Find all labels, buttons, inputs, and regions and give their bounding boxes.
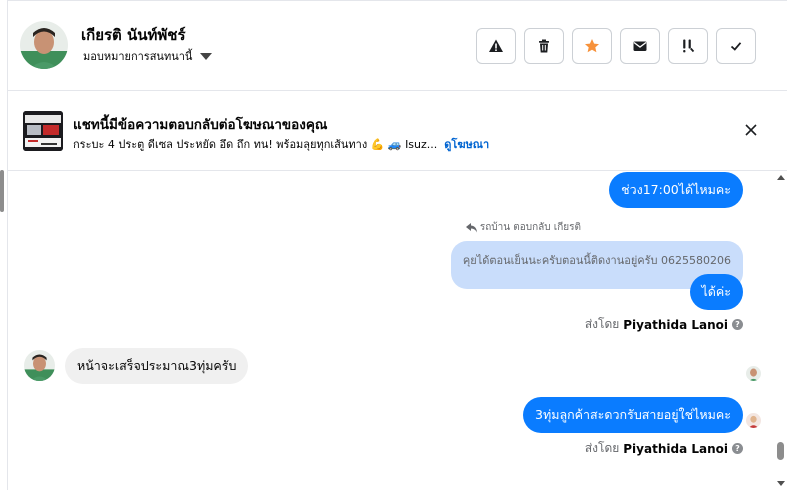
sidebar-scrollbar-thumb[interactable] — [0, 170, 4, 212]
sender-avatar — [746, 413, 761, 428]
assign-conversation-dropdown[interactable]: มอบหมายการสนทนานี้ — [83, 47, 213, 65]
ad-banner-text: กระบะ 4 ประตู ดีเซล ประหยัด อึด ถึก ทน! … — [73, 138, 438, 151]
message-thread: ช่วง17:00ได้ไหมคะ รถบ้าน ตอบกลับ เกียรติ… — [8, 171, 787, 490]
reply-label-text: รถบ้าน ตอบกลับ เกียรติ — [479, 222, 581, 233]
read-receipt-avatar — [746, 366, 761, 381]
reply-arrow-icon — [465, 222, 477, 232]
outgoing-message[interactable]: 3ทุ่มลูกค้าสะดวกรับสายอยู่ใช่ไหมคะ — [523, 397, 743, 433]
contact-name[interactable]: เกียรติ นันท์พัชร์ — [81, 23, 186, 47]
outgoing-message[interactable]: ได้ค่ะ — [689, 274, 743, 310]
sent-by-label: ส่งโดย Piyathida Lanoi ? — [585, 439, 743, 458]
scrollbar-thumb[interactable] — [777, 442, 784, 460]
report-button[interactable] — [476, 28, 516, 64]
follow-up-button[interactable] — [668, 28, 708, 64]
conversation-header: เกียรติ นันท์พัชร์ มอบหมายการสนทนานี้ — [8, 1, 787, 91]
sent-by-prefix: ส่งโดย — [584, 441, 620, 455]
mail-icon — [633, 41, 647, 51]
trash-icon — [539, 39, 549, 53]
assign-label: มอบหมายการสนทนานี้ — [83, 50, 193, 63]
sender-name: Piyathida Lanoi — [623, 441, 728, 456]
close-icon — [745, 124, 757, 136]
ad-banner-title: แชทนี้มีข้อความตอบกลับต่อโฆษณาของคุณ — [73, 117, 328, 133]
close-banner-button[interactable] — [742, 121, 760, 139]
contact-avatar[interactable] — [24, 350, 55, 381]
inbox-conversation-panel: เกียรติ นันท์พัชร์ มอบหมายการสนทนานี้ แช… — [0, 0, 787, 490]
warning-icon — [489, 39, 503, 52]
scroll-up-arrow-icon[interactable] — [777, 175, 785, 180]
contact-avatar[interactable] — [20, 21, 68, 69]
conversation-toolbar — [476, 28, 756, 64]
sent-by-label: ส่งโดย Piyathida Lanoi ? — [585, 315, 743, 334]
view-ad-link[interactable]: ดูโฆษณา — [444, 135, 489, 153]
chevron-down-icon — [200, 52, 213, 60]
ad-reply-banner: แชทนี้มีข้อความตอบกลับต่อโฆษณาของคุณ กระ… — [8, 91, 787, 171]
star-button[interactable] — [572, 28, 612, 64]
info-icon[interactable]: ? — [732, 319, 743, 330]
ad-thumbnail[interactable] — [23, 111, 63, 151]
thread-scrollbar[interactable] — [776, 171, 787, 490]
ad-banner-subtitle: กระบะ 4 ประตู ดีเซล ประหยัด อึด ถึก ทน! … — [73, 135, 489, 153]
check-icon — [730, 42, 742, 51]
follow-up-icon — [683, 39, 695, 53]
mark-done-button[interactable] — [716, 28, 756, 64]
star-icon — [585, 39, 599, 53]
delete-button[interactable] — [524, 28, 564, 64]
sent-by-prefix: ส่งโดย — [584, 317, 620, 331]
outgoing-message[interactable]: ช่วง17:00ได้ไหมคะ — [609, 172, 743, 208]
mark-unread-button[interactable] — [620, 28, 660, 64]
scroll-down-arrow-icon[interactable] — [777, 481, 785, 486]
info-icon[interactable]: ? — [732, 443, 743, 454]
reply-indicator: รถบ้าน ตอบกลับ เกียรติ — [465, 220, 581, 235]
incoming-message[interactable]: หน้าจะเสร็จประมาณ3ทุ่มครับ — [65, 348, 249, 384]
sender-name: Piyathida Lanoi — [623, 317, 728, 332]
